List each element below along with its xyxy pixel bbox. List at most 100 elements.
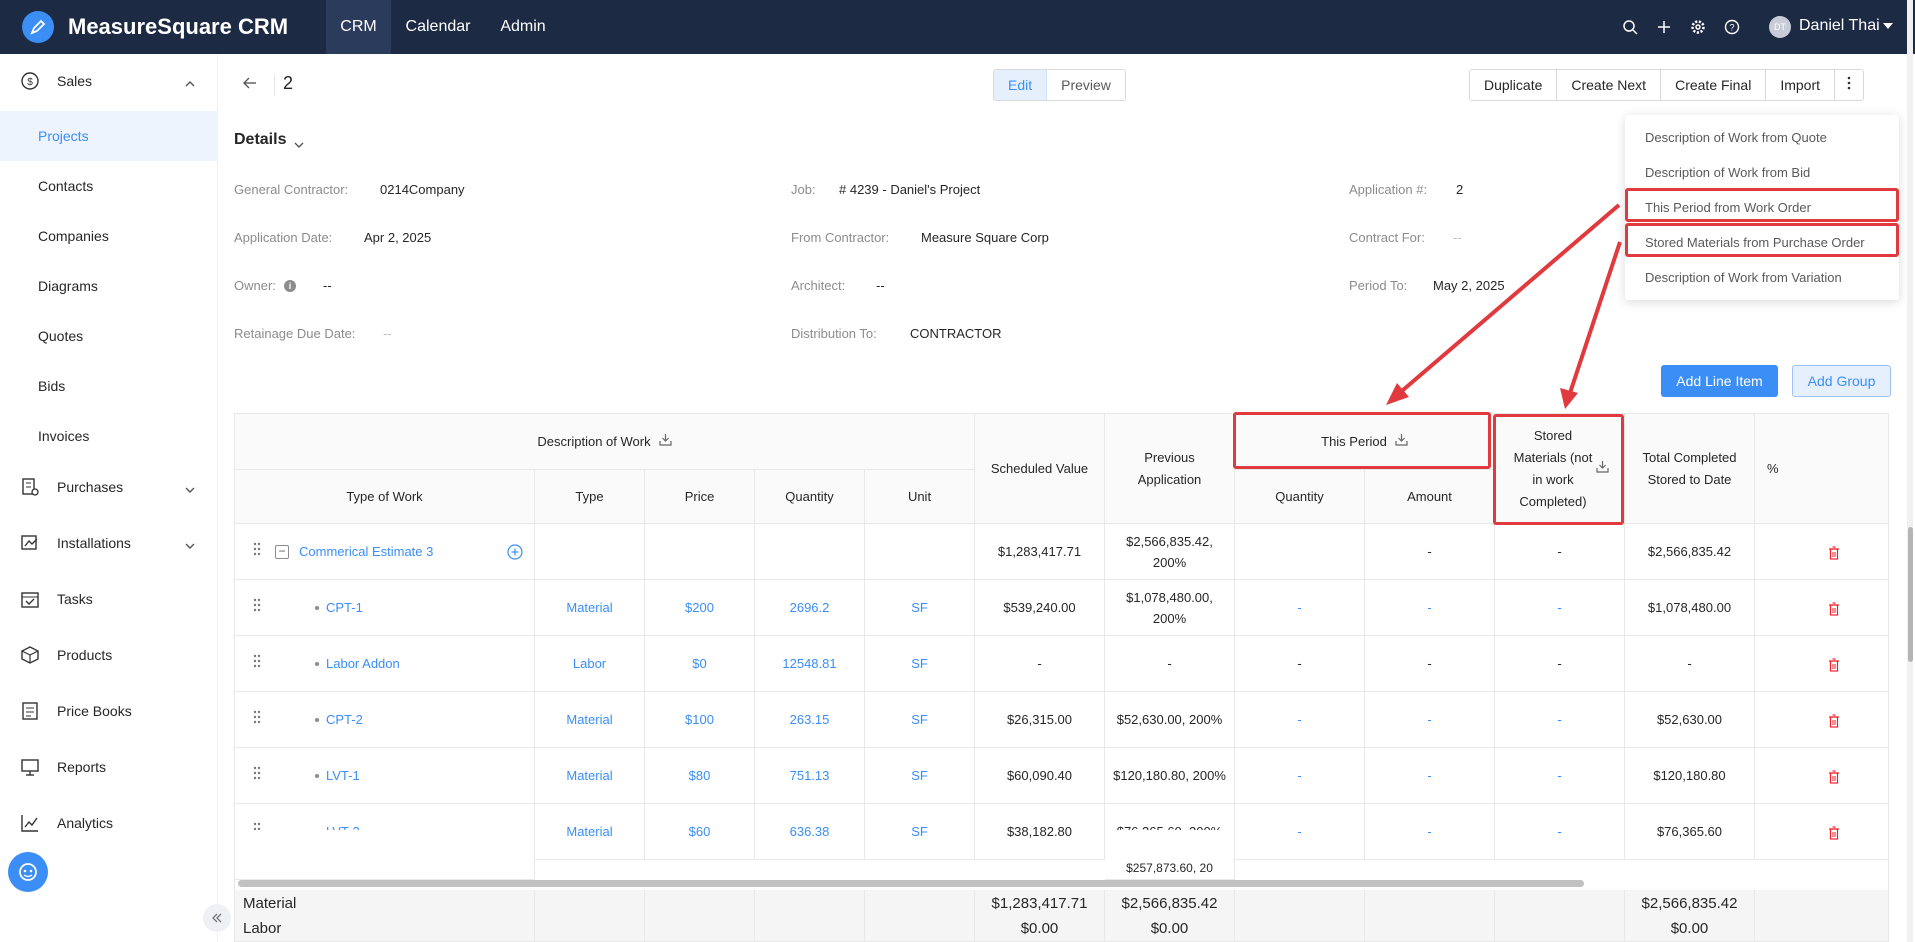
add-group-button[interactable]: Add Group — [1792, 365, 1891, 397]
cell-scheduled: $1,283,417.71 — [975, 524, 1105, 580]
user-name[interactable]: Daniel Thai — [1799, 17, 1880, 35]
group-name-link[interactable]: Commerical Estimate 3 — [299, 541, 433, 562]
cell-qty[interactable]: 263.15 — [755, 692, 865, 748]
delete-icon[interactable] — [1828, 769, 1840, 790]
sidebar-item-purchases[interactable]: Purchases — [0, 462, 218, 512]
purchase-icon — [20, 477, 40, 497]
cell-price[interactable]: $100 — [645, 692, 755, 748]
column-header-percent: % — [1755, 414, 1888, 524]
cell-qty[interactable]: 636.38 — [755, 804, 865, 860]
add-line-item-button[interactable]: Add Line Item — [1661, 365, 1778, 397]
sidebar-item-projects[interactable]: Projects — [0, 111, 218, 161]
drag-handle-icon[interactable] — [253, 653, 261, 674]
cell-price[interactable]: $80 — [645, 748, 755, 804]
app-brand[interactable]: MeasureSquare CRM — [68, 14, 288, 40]
line-item-name-link[interactable]: CPT-1 — [326, 597, 363, 618]
delete-icon[interactable] — [1828, 825, 1840, 846]
job-value[interactable]: # 4239 - Daniel's Project — [839, 182, 980, 197]
drag-handle-icon[interactable] — [253, 541, 261, 562]
menu-item-work-from-quote[interactable]: Description of Work from Quote — [1625, 120, 1899, 155]
cell-price[interactable]: $200 — [645, 580, 755, 636]
collapse-group-icon[interactable]: − — [275, 545, 289, 559]
cell-stored: - — [1495, 804, 1625, 860]
drag-handle-icon[interactable] — [253, 765, 261, 786]
create-next-button[interactable]: Create Next — [1557, 70, 1662, 100]
sidebar-item-sales[interactable]: $ Sales — [0, 56, 218, 106]
line-item-name-link[interactable]: CPT-2 — [326, 709, 363, 730]
horizontal-scrollbar[interactable] — [238, 880, 1584, 887]
delete-icon[interactable] — [1828, 713, 1840, 734]
chevron-down-icon[interactable] — [293, 136, 305, 152]
cell-unit[interactable]: SF — [865, 580, 975, 636]
user-menu-caret-icon[interactable] — [1883, 23, 1893, 29]
line-item-name-link[interactable]: LVT-1 — [326, 765, 360, 786]
cell-qty[interactable]: 751.13 — [755, 748, 865, 804]
sidebar-item-diagrams[interactable]: Diagrams — [0, 261, 218, 311]
sidebar-item-bids[interactable]: Bids — [0, 361, 218, 411]
cell-type[interactable]: Material — [535, 692, 645, 748]
cell-unit[interactable]: SF — [865, 692, 975, 748]
cell-qty — [755, 524, 865, 580]
footer-cell — [1235, 890, 1365, 941]
support-chat-button[interactable] — [8, 852, 48, 892]
cell-type[interactable]: Material — [535, 804, 645, 860]
edit-mode-button[interactable]: Edit — [994, 70, 1048, 100]
cell-type[interactable]: Material — [535, 580, 645, 636]
import-button[interactable]: Import — [1766, 70, 1836, 100]
details-section-title[interactable]: Details — [234, 131, 286, 149]
add-item-icon[interactable] — [507, 544, 523, 566]
delete-icon[interactable] — [1828, 545, 1840, 566]
cell-price[interactable]: $0 — [645, 636, 755, 692]
cell-qty[interactable]: 12548.81 — [755, 636, 865, 692]
collapse-sidebar-button[interactable] — [203, 904, 231, 932]
actions-cell — [1755, 748, 1888, 804]
download-icon[interactable] — [658, 431, 672, 453]
sidebar-item-analytics[interactable]: Analytics — [0, 798, 218, 848]
sidebar-item-companies[interactable]: Companies — [0, 211, 218, 261]
drag-handle-icon[interactable] — [253, 709, 261, 730]
cell-unit[interactable]: SF — [865, 748, 975, 804]
footer-cell — [1755, 890, 1888, 941]
cell-unit[interactable]: SF — [865, 804, 975, 860]
cell-scheduled: $539,240.00 — [975, 580, 1105, 636]
nav-tab-calendar[interactable]: Calendar — [396, 0, 480, 54]
menu-item-work-from-bid[interactable]: Description of Work from Bid — [1625, 155, 1899, 190]
annotation-highlight — [1493, 414, 1624, 525]
help-icon[interactable]: ? — [1722, 17, 1742, 37]
nav-tab-crm[interactable]: CRM — [326, 0, 391, 54]
search-icon[interactable] — [1620, 17, 1640, 37]
cell-unit[interactable]: SF — [865, 636, 975, 692]
sidebar-item-products[interactable]: Products — [0, 630, 218, 680]
preview-mode-button[interactable]: Preview — [1047, 70, 1125, 100]
avatar[interactable]: DT — [1769, 16, 1791, 38]
menu-item-work-from-variation[interactable]: Description of Work from Variation — [1625, 260, 1899, 295]
sidebar-item-price-books[interactable]: Price Books — [0, 686, 218, 736]
sidebar-item-invoices[interactable]: Invoices — [0, 411, 218, 461]
cell-type[interactable]: Material — [535, 748, 645, 804]
sidebar-item-installations[interactable]: Installations — [0, 518, 218, 568]
app-logo-icon[interactable] — [22, 11, 54, 43]
duplicate-button[interactable]: Duplicate — [1470, 70, 1558, 100]
info-icon[interactable]: i — [284, 280, 296, 292]
sidebar-item-tasks[interactable]: Tasks — [0, 574, 218, 624]
sidebar-item-contacts[interactable]: Contacts — [0, 161, 218, 211]
more-actions-button[interactable] — [1835, 70, 1864, 100]
vertical-scrollbar[interactable] — [1908, 527, 1913, 662]
delete-icon[interactable] — [1828, 657, 1840, 678]
back-arrow-icon[interactable] — [242, 76, 258, 95]
sidebar-item-quotes[interactable]: Quotes — [0, 311, 218, 361]
cell-price[interactable]: $60 — [645, 804, 755, 860]
drag-handle-icon[interactable] — [253, 597, 261, 618]
actions-cell — [1755, 636, 1888, 692]
cell-type[interactable]: Labor — [535, 636, 645, 692]
create-final-button[interactable]: Create Final — [1661, 70, 1767, 100]
nav-tab-admin[interactable]: Admin — [486, 0, 560, 54]
line-item-name-link[interactable]: Labor Addon — [326, 653, 400, 674]
gear-icon[interactable] — [1688, 17, 1708, 37]
cell-qty[interactable]: 2696.2 — [755, 580, 865, 636]
plus-icon[interactable] — [1654, 17, 1674, 37]
sidebar-item-reports[interactable]: Reports — [0, 742, 218, 792]
delete-icon[interactable] — [1828, 601, 1840, 622]
application-date-label: Application Date: — [234, 230, 333, 245]
cell-previous: $52,630.00, 200% — [1105, 692, 1235, 748]
